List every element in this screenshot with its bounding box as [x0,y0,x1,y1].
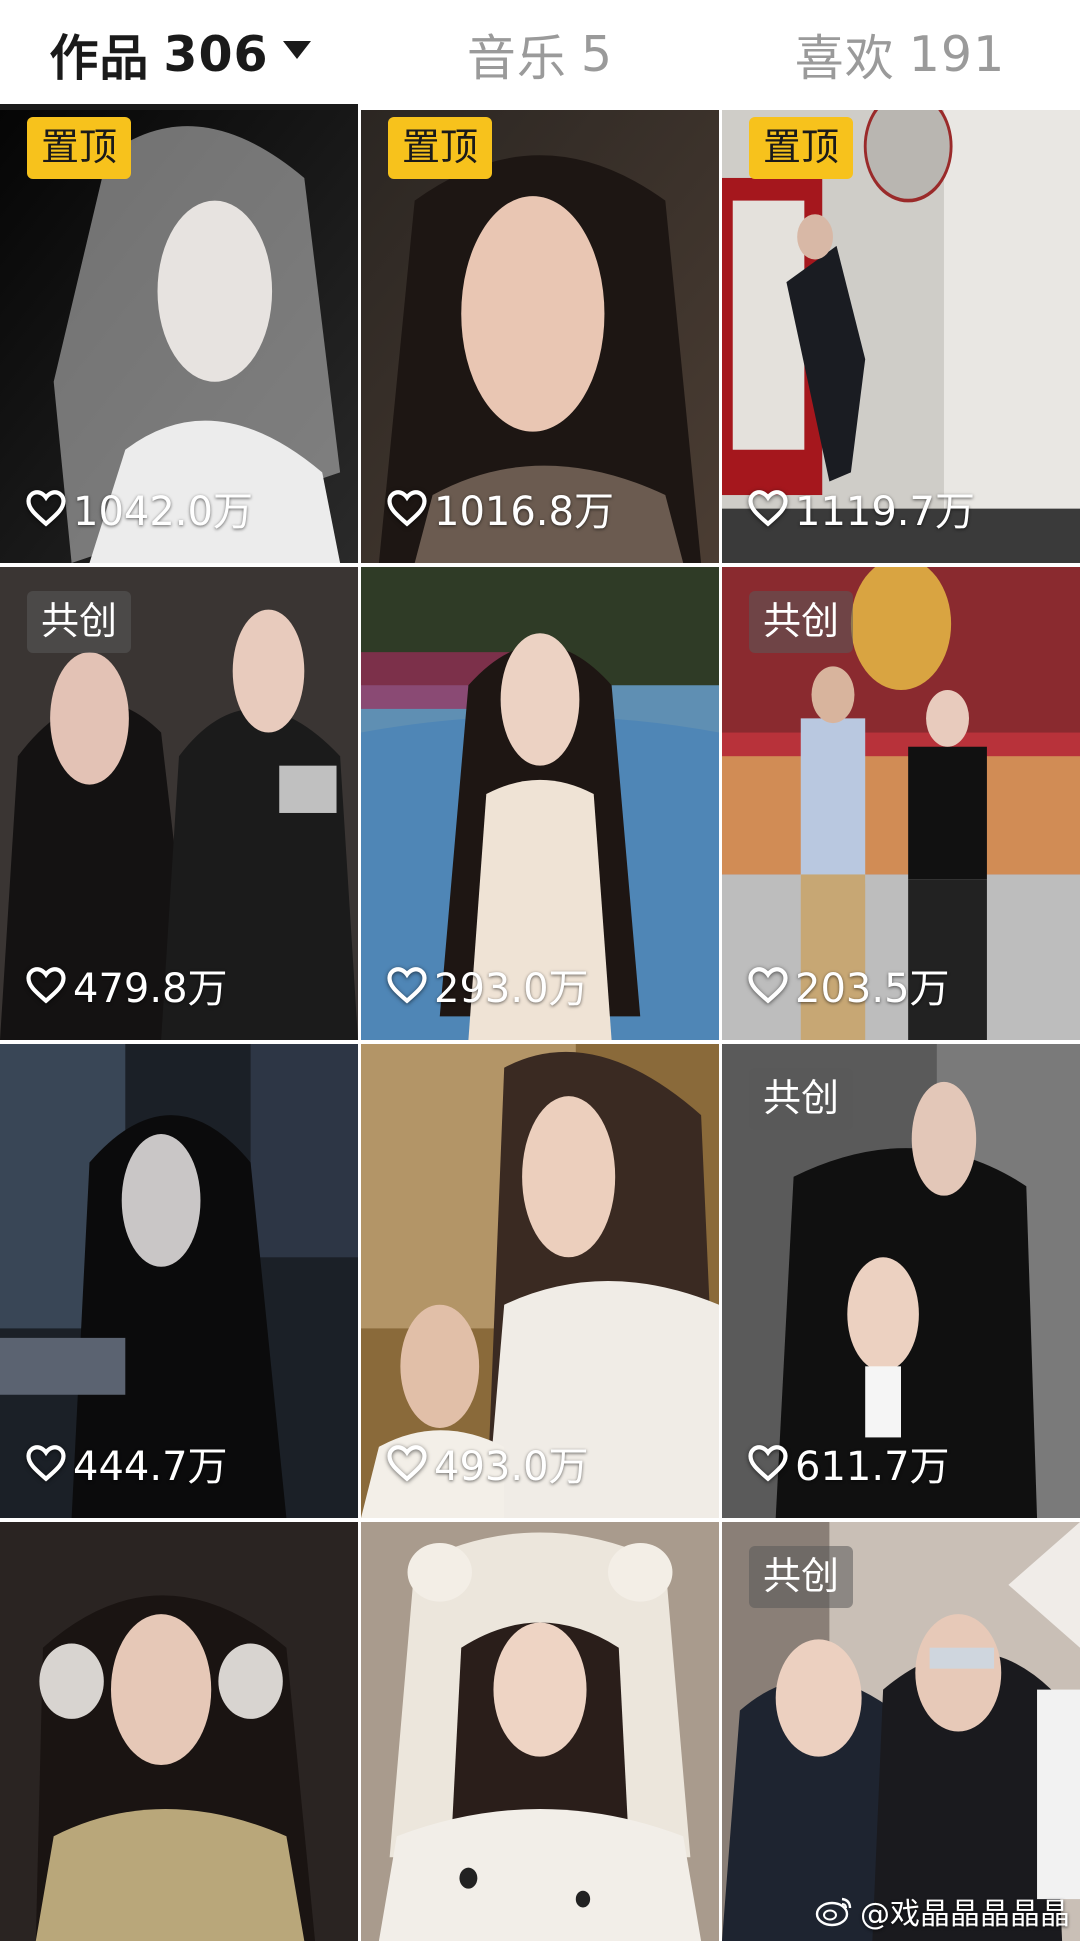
weibo-watermark: @戏晶晶晶晶晶 [814,1889,1070,1933]
tab-likes-label: 喜欢 [794,29,895,87]
pinned-badge: 置顶 [388,117,493,179]
video-thumbnail[interactable] [0,1522,358,1945]
heart-icon [387,1445,427,1482]
tab-music-label: 音乐 [466,29,567,87]
like-count: 479.8万 [25,956,228,1014]
video-thumbnail[interactable]: 共创 479.8万 [0,567,358,1044]
like-count: 203.5万 [747,956,950,1014]
weibo-icon [815,1897,852,1927]
thumbnail-image [361,1522,719,1941]
like-count: 1042.0万 [25,479,253,537]
heart-icon [387,967,427,1004]
pinned-badge: 置顶 [749,117,854,179]
like-count: 293.0万 [386,956,589,1014]
tab-music[interactable]: 音乐 5 [360,0,720,108]
cocreate-badge: 共创 [27,591,132,653]
like-count: 611.7万 [747,1434,950,1492]
like-count-value: 1042.0万 [73,489,253,535]
video-thumbnail[interactable]: 293.0万 [361,567,719,1044]
heart-icon [748,1445,788,1482]
tab-likes-count: 191 [908,25,1006,83]
like-count: 444.7万 [25,1434,228,1492]
tab-music-count: 5 [580,25,614,83]
video-thumbnail[interactable] [361,1522,719,1945]
like-count-value: 493.0万 [434,1444,589,1490]
heart-icon [26,490,66,527]
video-thumbnail[interactable]: 493.0万 [361,1044,719,1522]
video-thumbnail[interactable]: 共创 @戏晶晶晶晶晶 [722,1522,1080,1945]
like-count: 493.0万 [386,1434,589,1492]
like-count-value: 293.0万 [434,966,589,1012]
tab-likes[interactable]: 喜欢 191 [720,0,1080,108]
like-count: 1119.7万 [747,479,975,537]
cocreate-badge: 共创 [749,591,854,653]
heart-icon [387,490,427,527]
like-count-value: 203.5万 [795,966,950,1012]
cocreate-badge: 共创 [749,1546,854,1608]
like-count-value: 1016.8万 [434,489,614,535]
heart-icon [26,1445,66,1482]
heart-icon [26,967,66,1004]
video-thumbnail[interactable]: 置顶 1016.8万 [361,110,719,567]
video-thumbnail[interactable]: 共创 203.5万 [722,567,1080,1044]
video-grid: 置顶 1042.0万 置顶 1016.8万 置顶 1119.7万 共创 479.… [0,110,1080,1945]
like-count-value: 1119.7万 [795,489,975,535]
pinned-badge: 置顶 [27,117,132,179]
heart-icon [748,967,788,1004]
video-thumbnail[interactable]: 置顶 1119.7万 [722,110,1080,567]
tab-works-count: 306 [163,25,269,83]
video-thumbnail[interactable]: 共创 611.7万 [722,1044,1080,1522]
video-thumbnail[interactable]: 置顶 1042.0万 [0,110,358,567]
like-count: 1016.8万 [386,479,614,537]
like-count-value: 611.7万 [795,1444,950,1490]
profile-tabs: 作品 306 音乐 5 喜欢 191 [0,0,1080,108]
like-count-value: 444.7万 [73,1444,228,1490]
thumbnail-image [0,1522,358,1941]
heart-icon [748,490,788,527]
caret-down-icon[interactable] [282,41,311,59]
tab-works-label: 作品 [49,29,150,87]
like-count-value: 479.8万 [73,966,228,1012]
tab-works[interactable]: 作品 306 [0,0,360,108]
watermark-text: @戏晶晶晶晶晶 [860,1897,1070,1932]
cocreate-badge: 共创 [749,1068,854,1130]
video-thumbnail[interactable]: 444.7万 [0,1044,358,1522]
